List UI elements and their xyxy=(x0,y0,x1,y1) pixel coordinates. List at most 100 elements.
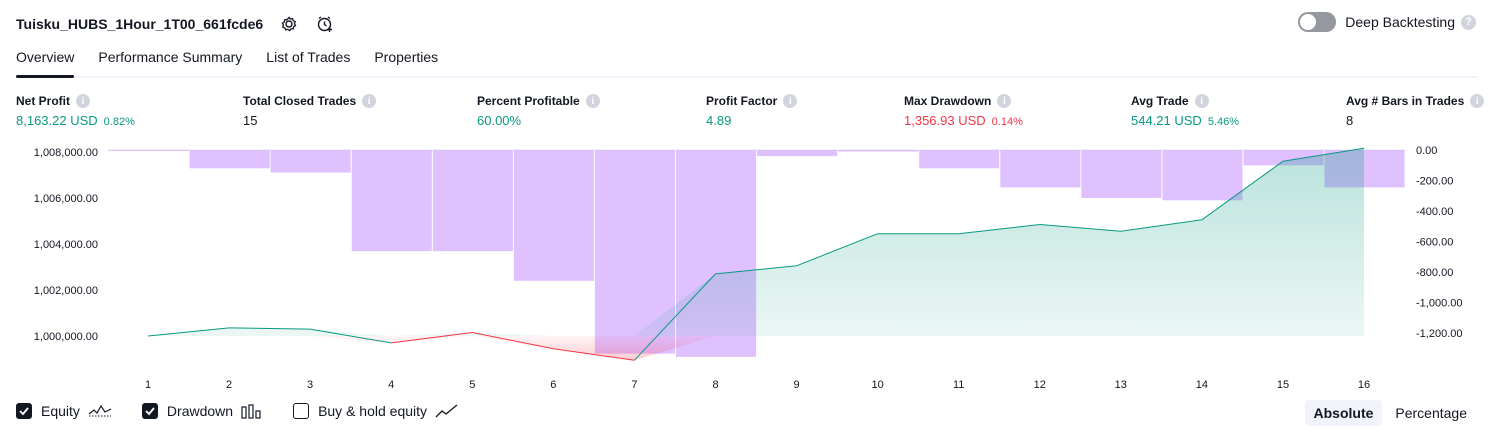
deep-backtesting-label: Deep Backtesting xyxy=(1345,14,1455,30)
metric-value: 60.00% xyxy=(477,113,522,128)
x-axis-tick: 5 xyxy=(469,379,475,391)
drawdown-checkbox-item[interactable]: Drawdown xyxy=(141,403,263,419)
x-axis-tick: 7 xyxy=(631,379,637,391)
buy-hold-checkbox-item[interactable]: Buy & hold equity xyxy=(293,403,459,419)
right-axis-tick: -800.00 xyxy=(1416,267,1453,279)
drawdown-bar xyxy=(351,150,432,252)
drawdown-bar xyxy=(1000,150,1081,188)
info-icon[interactable]: i xyxy=(1470,94,1485,108)
buy-hold-checkbox[interactable] xyxy=(293,403,310,419)
x-axis-tick: 13 xyxy=(1115,379,1127,391)
x-axis-tick: 6 xyxy=(550,379,556,391)
metric-avg-bars-in-trades: Avg # Bars in Trades i 8 xyxy=(1346,93,1485,128)
metric-label: Profit Factor xyxy=(706,94,778,108)
right-axis-ticks: 0.00 -200.00 -400.00 -600.00 -800.00 -1,000.0… xyxy=(1416,145,1462,340)
equity-checkbox[interactable] xyxy=(16,403,32,419)
info-icon[interactable]: i xyxy=(783,94,798,108)
metric-value: 1,356.93 USD xyxy=(904,113,986,128)
info-icon[interactable]: i xyxy=(1194,94,1209,108)
x-axis-tick: 16 xyxy=(1358,379,1370,391)
info-icon[interactable]: i xyxy=(76,94,90,108)
metric-label: Avg # Bars in Trades xyxy=(1346,94,1465,108)
metric-percent-profitable: Percent Profitable i 60.00% xyxy=(477,93,600,128)
x-axis-tick: 9 xyxy=(794,379,800,391)
metric-label: Total Closed Trades xyxy=(243,94,357,108)
add-alert-clock-icon[interactable] xyxy=(315,14,335,34)
drawdown-bar xyxy=(919,150,1000,169)
info-icon[interactable]: i xyxy=(362,94,377,108)
tab-properties[interactable]: Properties xyxy=(374,46,438,76)
tab-overview[interactable]: Overview xyxy=(16,46,75,78)
metric-net-profit: Net Profit i 8,163.22 USD 0.82% xyxy=(16,93,135,128)
equity-line-icon xyxy=(88,403,112,419)
drawdown-bar xyxy=(432,150,513,252)
x-axis-tick: 12 xyxy=(1034,379,1046,391)
info-icon[interactable]: i xyxy=(585,94,600,108)
metric-max-drawdown: Max Drawdown i 1,356.93 USD 0.14% xyxy=(904,93,1023,128)
deep-backtesting-toggle[interactable] xyxy=(1298,12,1337,32)
help-icon[interactable]: ? xyxy=(1461,14,1476,30)
strategy-title: Tuisku_HUBS_1Hour_1T00_661fcde6 xyxy=(16,16,264,32)
metric-label: Percent Profitable xyxy=(477,94,580,108)
x-axis-tick: 2 xyxy=(226,379,232,391)
drawdown-checkbox[interactable] xyxy=(141,403,158,419)
buy-hold-label: Buy & hold equity xyxy=(318,403,428,419)
metric-value: 15 xyxy=(243,113,258,128)
right-axis-tick: -400.00 xyxy=(1416,206,1453,218)
drawdown-bars-icon xyxy=(241,403,263,419)
left-axis-tick: 1,006,000.00 xyxy=(34,193,98,205)
percentage-mode-button[interactable]: Percentage xyxy=(1386,400,1476,426)
metric-percent: 0.82% xyxy=(103,116,135,128)
equity-label: Equity xyxy=(41,403,80,419)
metric-label: Avg Trade xyxy=(1131,94,1189,108)
left-axis-tick: 1,008,000.00 xyxy=(34,147,98,159)
right-axis-tick: -600.00 xyxy=(1416,237,1453,249)
chart-legend: Equity Drawdown Buy & hold equity xyxy=(16,403,489,419)
right-axis-tick: -1,000.00 xyxy=(1416,298,1462,310)
metric-avg-trade: Avg Trade i 544.21 USD 5.46% xyxy=(1131,93,1239,128)
tab-list-of-trades[interactable]: List of Trades xyxy=(266,46,350,76)
metric-profit-factor: Profit Factor i 4.89 xyxy=(706,93,798,128)
equity-drawdown-chart: 1,008,000.00 1,006,000.00 1,004,000.00 1,00… xyxy=(34,145,1463,391)
metric-label: Net Profit xyxy=(16,94,70,108)
drawdown-label: Drawdown xyxy=(166,403,234,419)
x-axis-tick: 14 xyxy=(1196,379,1208,391)
x-axis-ticks: 1 2 3 4 5 6 7 8 9 10 11 12 13 14 15 16 xyxy=(145,379,1370,391)
value-mode-switch: Absolute Percentage xyxy=(1301,400,1477,426)
drawdown-bar xyxy=(270,150,351,173)
drawdown-bar xyxy=(1081,150,1162,198)
drawdown-bar xyxy=(757,150,838,157)
metric-value: 544.21 USD xyxy=(1131,113,1202,128)
metric-value: 8 xyxy=(1346,113,1354,128)
right-axis-tick: 0.00 xyxy=(1416,145,1437,157)
drawdown-bar xyxy=(838,150,919,152)
metric-total-closed-trades: Total Closed Trades i 15 xyxy=(243,93,377,128)
right-axis-tick: -1,200.00 xyxy=(1416,328,1462,340)
x-axis-tick: 8 xyxy=(712,379,718,391)
x-axis-tick: 15 xyxy=(1277,379,1289,391)
x-axis-tick: 3 xyxy=(307,379,313,391)
drawdown-bar xyxy=(1162,150,1243,201)
left-axis-tick: 1,004,000.00 xyxy=(34,239,98,251)
metric-percent: 5.46% xyxy=(1207,116,1240,128)
absolute-mode-button[interactable]: Absolute xyxy=(1304,400,1383,426)
settings-gear-icon[interactable] xyxy=(279,14,299,34)
equity-checkbox-item[interactable]: Equity xyxy=(16,403,112,419)
left-axis-tick: 1,000,000.00 xyxy=(34,331,98,343)
info-icon[interactable]: i xyxy=(997,94,1012,108)
metric-value: 4.89 xyxy=(706,113,732,128)
x-axis-tick: 11 xyxy=(953,379,964,391)
buy-hold-line-icon xyxy=(435,403,459,419)
x-axis-tick: 10 xyxy=(871,379,883,391)
x-axis-tick: 1 xyxy=(145,379,151,391)
drawdown-bar xyxy=(108,150,189,151)
tab-performance-summary[interactable]: Performance Summary xyxy=(98,46,242,76)
x-axis-tick: 4 xyxy=(388,379,394,391)
left-axis-tick: 1,002,000.00 xyxy=(34,285,98,297)
drawdown-bar xyxy=(513,150,594,281)
left-axis-ticks: 1,008,000.00 1,006,000.00 1,004,000.00 1,00… xyxy=(34,147,98,343)
report-tabs: Overview Performance Summary List of Tra… xyxy=(16,46,1478,78)
strategy-header: Tuisku_HUBS_1Hour_1T00_661fcde6 xyxy=(16,12,335,36)
deep-backtesting-control: Deep Backtesting ? xyxy=(1298,12,1476,32)
drawdown-bar xyxy=(189,150,270,169)
